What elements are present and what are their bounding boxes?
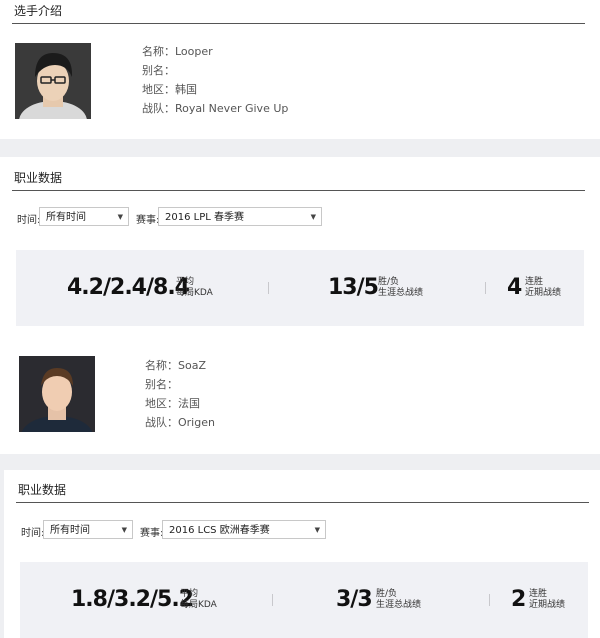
field-alias: 别名： (142, 64, 175, 77)
kda-label-per-game: 每局KDA (180, 600, 217, 610)
player-photo-icon (15, 43, 91, 119)
record-label-wl: 胜/负 (376, 589, 398, 599)
section-title-career: 职业数据 (16, 481, 589, 503)
record-value: 3/3 (336, 587, 373, 612)
player-avatar (15, 43, 91, 119)
time-filter-label: 时间: (17, 215, 41, 226)
player-profile-card: 选手介绍 名称：Looper 别名： 地区：韩国 战队：Royal Never … (0, 0, 600, 139)
event-filter-label: 赛事: (136, 215, 160, 226)
player-photo-icon (19, 356, 95, 432)
field-region: 地区：法国 (145, 397, 200, 410)
section-title-profile: 选手介绍 (12, 2, 585, 24)
streak-label-recent: 近期战绩 (525, 288, 562, 298)
field-region: 地区：韩国 (142, 83, 197, 96)
field-team: 战队：Royal Never Give Up (142, 102, 289, 115)
event-filter-label: 赛事: (140, 528, 164, 539)
field-team: 战队：Origen (145, 416, 215, 429)
player-info: 名称：SoaZ 别名： 地区：法国 战队：Origen (145, 356, 215, 432)
player-profile-card: 名称：SoaZ 别名： 地区：法国 战队：Origen (0, 338, 600, 454)
player-avatar (19, 356, 95, 432)
streak-value: 4 (507, 275, 522, 300)
record-value: 13/5 (328, 275, 379, 300)
streak-label-wins: 连胜 (525, 277, 544, 287)
stats-panel: 4.2/2.4/8.4 平均 每局KDA 13/5 胜/负 生涯总战绩 4 连胜… (16, 250, 584, 326)
record-label-career: 生涯总战绩 (376, 600, 422, 610)
event-filter-select[interactable]: 2016 LCS 欧洲春季赛 ▼ (162, 520, 326, 539)
career-stats-card: 职业数据 时间: 所有时间 ▼ 赛事: 2016 LCS 欧洲春季赛 ▼ 1.8… (4, 470, 600, 638)
kda-value: 1.8/3.2/5.2 (71, 587, 194, 612)
chevron-down-icon: ▼ (117, 213, 123, 221)
chevron-down-icon: ▼ (310, 213, 316, 221)
field-name: 名称：SoaZ (145, 359, 206, 372)
chevron-down-icon: ▼ (121, 526, 127, 534)
kda-label-avg: 平均 (180, 589, 199, 599)
event-filter-select[interactable]: 2016 LPL 春季赛 ▼ (158, 207, 322, 226)
stats-panel: 1.8/3.2/5.2 平均 每局KDA 3/3 胜/负 生涯总战绩 2 连胜 … (20, 562, 588, 638)
kda-value: 4.2/2.4/8.4 (67, 275, 190, 300)
player-info: 名称：Looper 别名： 地区：韩国 战队：Royal Never Give … (142, 42, 288, 118)
kda-label-avg: 平均 (176, 277, 195, 287)
record-label-career: 生涯总战绩 (378, 288, 424, 298)
section-title-career: 职业数据 (12, 169, 585, 191)
record-label-wl: 胜/负 (378, 277, 400, 287)
streak-value: 2 (511, 587, 526, 612)
streak-label-wins: 连胜 (529, 589, 548, 599)
streak-label-recent: 近期战绩 (529, 600, 566, 610)
kda-label-per-game: 每局KDA (176, 288, 213, 298)
field-alias: 别名： (145, 378, 178, 391)
divider (489, 594, 490, 606)
career-stats-card: 职业数据 时间: 所有时间 ▼ 赛事: 2016 LPL 春季赛 ▼ 4.2/2… (0, 157, 600, 338)
divider (272, 594, 273, 606)
time-filter-label: 时间: (21, 528, 45, 539)
field-name: 名称：Looper (142, 45, 213, 58)
divider (485, 282, 486, 294)
time-filter-select[interactable]: 所有时间 ▼ (39, 207, 129, 226)
time-filter-select[interactable]: 所有时间 ▼ (43, 520, 133, 539)
chevron-down-icon: ▼ (314, 526, 320, 534)
divider (268, 282, 269, 294)
